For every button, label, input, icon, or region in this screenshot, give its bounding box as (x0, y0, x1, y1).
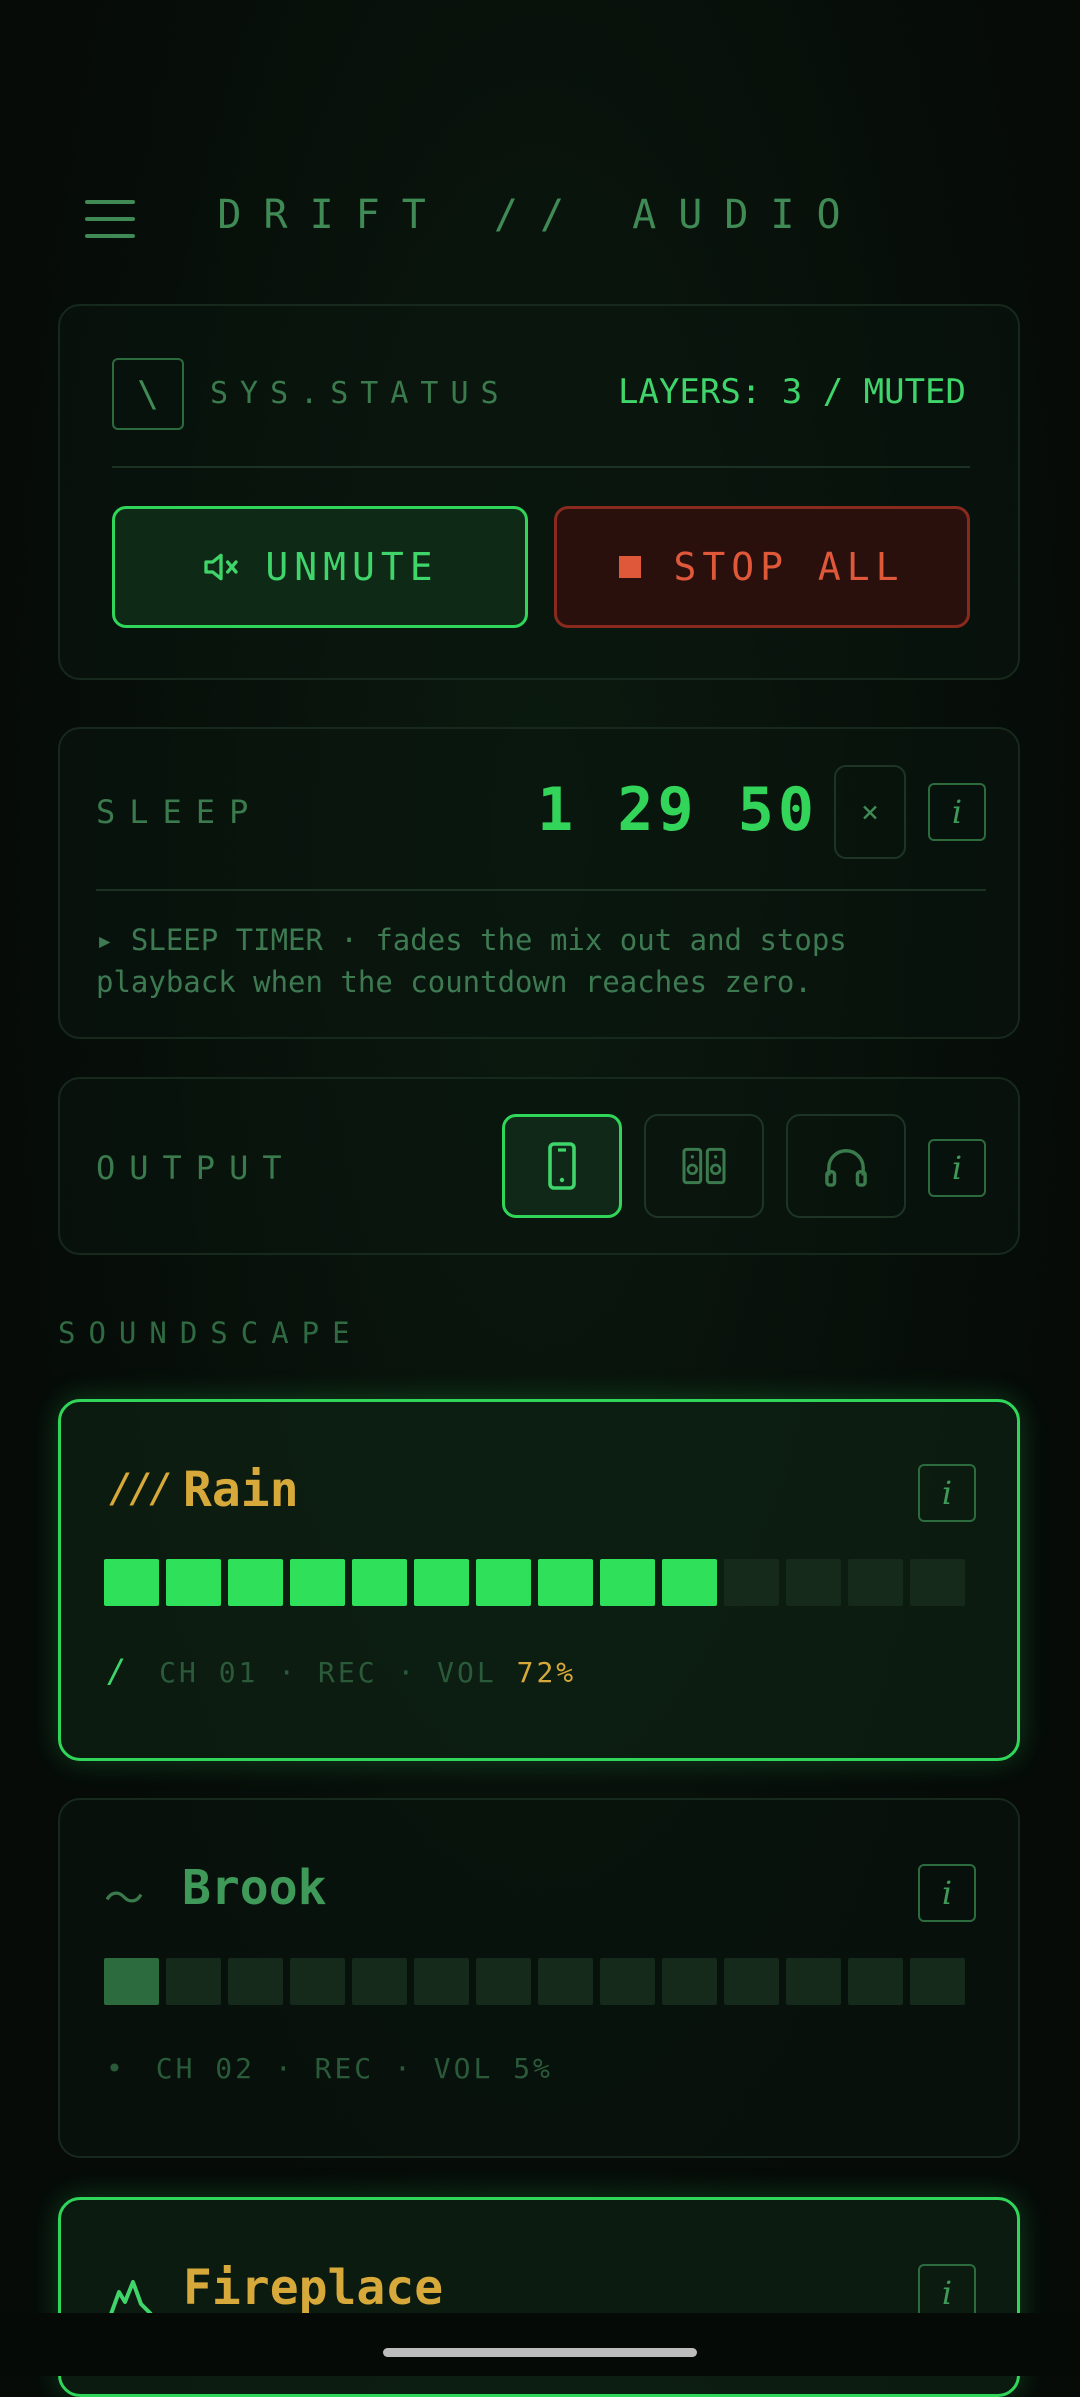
meter-segment[interactable] (228, 1958, 283, 2005)
output-info-button[interactable]: i (928, 1139, 986, 1197)
meter-segment[interactable] (724, 1559, 779, 1606)
meter-segment[interactable] (910, 1958, 965, 2005)
status-divider (112, 466, 970, 468)
speakers-icon (682, 1147, 726, 1185)
rain-mode: REC (318, 1656, 378, 1689)
status-label: SYS.STATUS (210, 376, 511, 411)
track-info-button-rain[interactable]: i (918, 1464, 976, 1522)
unmute-label: UNMUTE (265, 545, 439, 589)
track-title-fireplace: Fireplace (183, 2260, 444, 2316)
app-title: DRIFT // AUDIO (217, 192, 863, 238)
track-meta-brook: • CH 02 · REC · VOL 5% (106, 2052, 553, 2085)
brook-vol-label: VOL (433, 2052, 494, 2085)
brook-volume: 5% (513, 2052, 553, 2085)
output-card: OUTPUT i (58, 1077, 1020, 1255)
meter-segment[interactable] (786, 1559, 841, 1606)
rain-volume: 72% (516, 1656, 577, 1689)
stop-all-button[interactable]: STOP ALL (554, 506, 970, 628)
meter-segment[interactable] (290, 1958, 345, 2005)
soundscape-label: SOUNDSCAPE (58, 1316, 363, 1350)
sleep-divider (96, 889, 986, 891)
track-card-rain[interactable]: /// Rain i / CH 01 · REC · VOL 72% (58, 1399, 1020, 1761)
meter-segment[interactable] (600, 1958, 655, 2005)
meter-segment[interactable] (166, 1559, 221, 1606)
output-speakers-button[interactable] (644, 1114, 764, 1218)
meter-segment[interactable] (724, 1958, 779, 2005)
sleep-cancel-button[interactable]: × (834, 765, 906, 859)
meter-segment[interactable] (848, 1559, 903, 1606)
output-label: OUTPUT (96, 1149, 296, 1187)
sleep-card: SLEEP 1 29 50 × i ▸ SLEEP TIMER · fades … (58, 727, 1020, 1039)
stop-icon (619, 556, 642, 578)
track-title-brook: Brook (182, 1860, 327, 1916)
track-meta-rain: / CH 01 · REC · VOL 72% (107, 1652, 577, 1690)
stop-all-label: STOP ALL (673, 545, 905, 589)
track-card-brook[interactable]: 〜 Brook i • CH 02 · REC · VOL 5% (58, 1798, 1020, 2158)
meter-segment[interactable] (228, 1559, 283, 1606)
meter-segment[interactable] (476, 1559, 531, 1606)
track-info-button-brook[interactable]: i (918, 1864, 976, 1922)
meter-segment[interactable] (290, 1559, 345, 1606)
meter-segment[interactable] (414, 1559, 469, 1606)
meter-segment[interactable] (476, 1958, 531, 2005)
home-indicator[interactable] (383, 2348, 697, 2357)
brook-channel: CH 02 (155, 2052, 256, 2085)
fire-icon (109, 2280, 153, 2316)
rain-meta-prefix: / (107, 1652, 130, 1690)
meter-segment[interactable] (662, 1559, 717, 1606)
meter-segment[interactable] (538, 1559, 593, 1606)
meter-segment[interactable] (166, 1958, 221, 2005)
status-icon: \ (112, 358, 184, 430)
brook-meta-prefix: • (106, 2052, 126, 2085)
muted-speaker-icon (204, 553, 239, 581)
unmute-button[interactable]: UNMUTE (112, 506, 528, 628)
meter-segment[interactable] (352, 1958, 407, 2005)
volume-meter-brook[interactable] (104, 1958, 965, 2005)
phone-icon (548, 1142, 576, 1190)
output-phone-button[interactable] (502, 1114, 622, 1218)
rain-channel: CH 01 (159, 1656, 259, 1689)
meter-segment[interactable] (104, 1559, 159, 1606)
sleep-description: ▸ SLEEP TIMER · fades the mix out and st… (96, 923, 847, 999)
meter-segment[interactable] (786, 1958, 841, 2005)
meter-segment[interactable] (352, 1559, 407, 1606)
meter-segment[interactable] (414, 1958, 469, 2005)
rain-icon: /// (109, 1466, 173, 1512)
brook-mode: REC (314, 2052, 375, 2085)
sleep-countdown: 1 29 50 (537, 775, 818, 845)
volume-meter-rain[interactable] (104, 1559, 965, 1606)
sleep-label: SLEEP (96, 793, 263, 831)
track-title-rain: Rain (183, 1462, 299, 1518)
brook-icon: 〜 (104, 1876, 144, 1922)
rain-vol-label: VOL (437, 1656, 497, 1689)
meter-segment[interactable] (848, 1958, 903, 2005)
status-card: \ SYS.STATUS LAYERS: 3 / MUTED UNMUTE ST… (58, 304, 1020, 680)
headphones-icon (825, 1149, 867, 1187)
bottom-safe-area (0, 2313, 1080, 2376)
layers-status: LAYERS: 3 / MUTED (618, 372, 966, 412)
meter-segment[interactable] (662, 1958, 717, 2005)
meter-segment[interactable] (104, 1958, 159, 2005)
meter-segment[interactable] (538, 1958, 593, 2005)
meter-segment[interactable] (910, 1559, 965, 1606)
sleep-info-button[interactable]: i (928, 783, 986, 841)
meter-segment[interactable] (600, 1559, 655, 1606)
output-headphones-button[interactable] (786, 1114, 906, 1218)
